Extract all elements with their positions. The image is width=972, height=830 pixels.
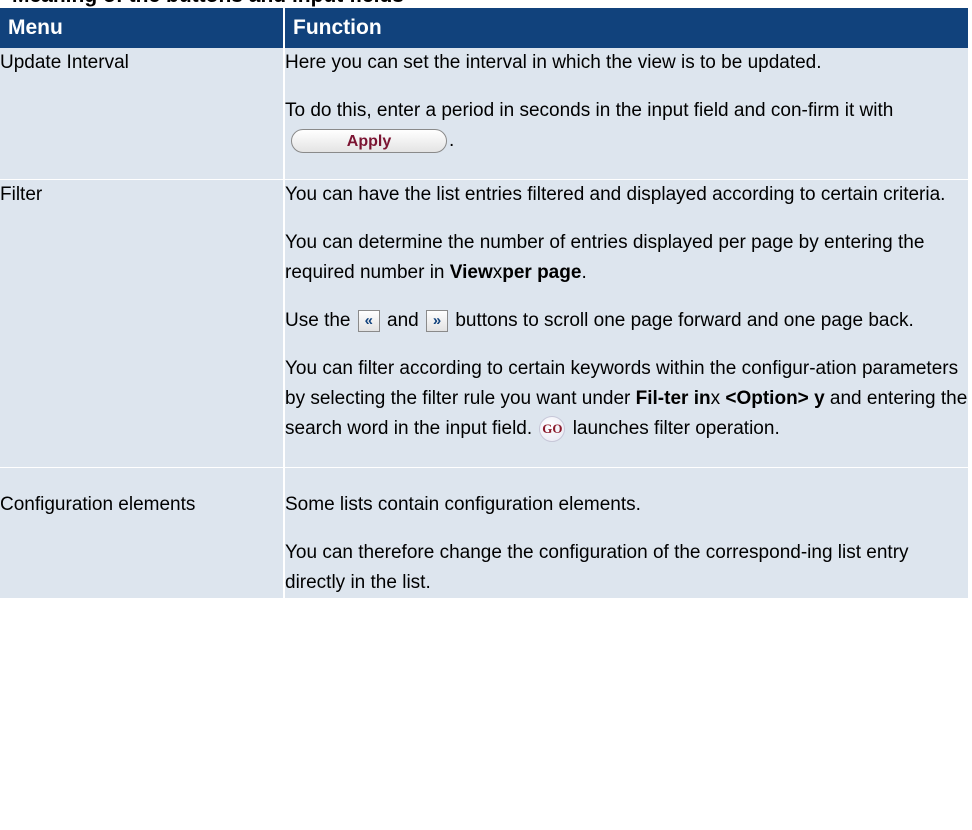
table-row-configuration-elements: Configuration elements Some lists contai… [0, 467, 968, 599]
text: buttons to scroll one page forward and o… [455, 310, 914, 331]
text: . [581, 262, 587, 283]
function-cell: Some lists contain configuration element… [284, 467, 968, 599]
paragraph: Use the « and » buttons to scroll one pa… [285, 306, 968, 336]
menu-label-update-interval: Update Interval [0, 52, 129, 73]
bold-term: per page [502, 262, 582, 283]
text: Some lists contain configuration element… [285, 494, 641, 515]
header-menu: Menu [0, 8, 285, 48]
header-function: Function [284, 8, 968, 48]
table-row-filter: Filter You can have the list entries fil… [0, 179, 968, 468]
menu-cell: Configuration elements [0, 467, 285, 599]
paragraph: You can therefore change the configurati… [285, 538, 968, 598]
text: Here you can set the interval in which t… [285, 52, 822, 73]
text: x [710, 388, 721, 409]
text: Use the [285, 310, 351, 331]
bold-term: View [449, 262, 493, 283]
table-row-update-interval: Update Interval Here you can set the int… [0, 48, 968, 180]
bold-term: y [814, 388, 825, 409]
text: You can therefore change the configurati… [285, 542, 909, 593]
text: To do this, enter a period in seconds in… [285, 100, 894, 121]
paragraph: To do this, enter a period in seconds in… [285, 96, 968, 156]
menu-label-configuration-elements: Configuration elements [0, 494, 196, 515]
menu-cell: Update Interval [0, 48, 285, 180]
paragraph: You can determine the number of entries … [285, 228, 968, 288]
cropped-heading: Meaning of the buttons and input fields [0, 0, 972, 8]
paragraph: You can have the list entries filtered a… [285, 180, 968, 210]
function-cell: You can have the list entries filtered a… [284, 179, 968, 468]
next-page-icon[interactable]: » [426, 309, 449, 332]
bold-term: <Option> [725, 388, 809, 409]
text: launches filter operation. [572, 418, 780, 439]
text: x [492, 262, 503, 283]
text: and [387, 310, 419, 331]
cropped-heading-text: Meaning of the buttons and input fields [12, 0, 404, 8]
go-button[interactable]: GO [539, 415, 566, 442]
text: You can determine the number of entries … [285, 232, 925, 283]
menu-label-filter: Filter [0, 184, 43, 205]
menu-function-table: Menu Function Update Interval Here you c… [0, 8, 968, 599]
paragraph: Here you can set the interval in which t… [285, 48, 968, 78]
apply-button[interactable]: Apply [291, 128, 447, 153]
text: . [449, 130, 455, 151]
previous-page-icon[interactable]: « [357, 309, 380, 332]
paragraph: You can filter according to certain keyw… [285, 354, 968, 444]
text: You can have the list entries filtered a… [285, 184, 946, 205]
bold-term: Fil-ter in [635, 388, 711, 409]
menu-cell: Filter [0, 179, 285, 468]
function-cell: Here you can set the interval in which t… [284, 48, 968, 180]
paragraph: Some lists contain configuration element… [285, 490, 968, 520]
table-header-row: Menu Function [0, 8, 968, 48]
